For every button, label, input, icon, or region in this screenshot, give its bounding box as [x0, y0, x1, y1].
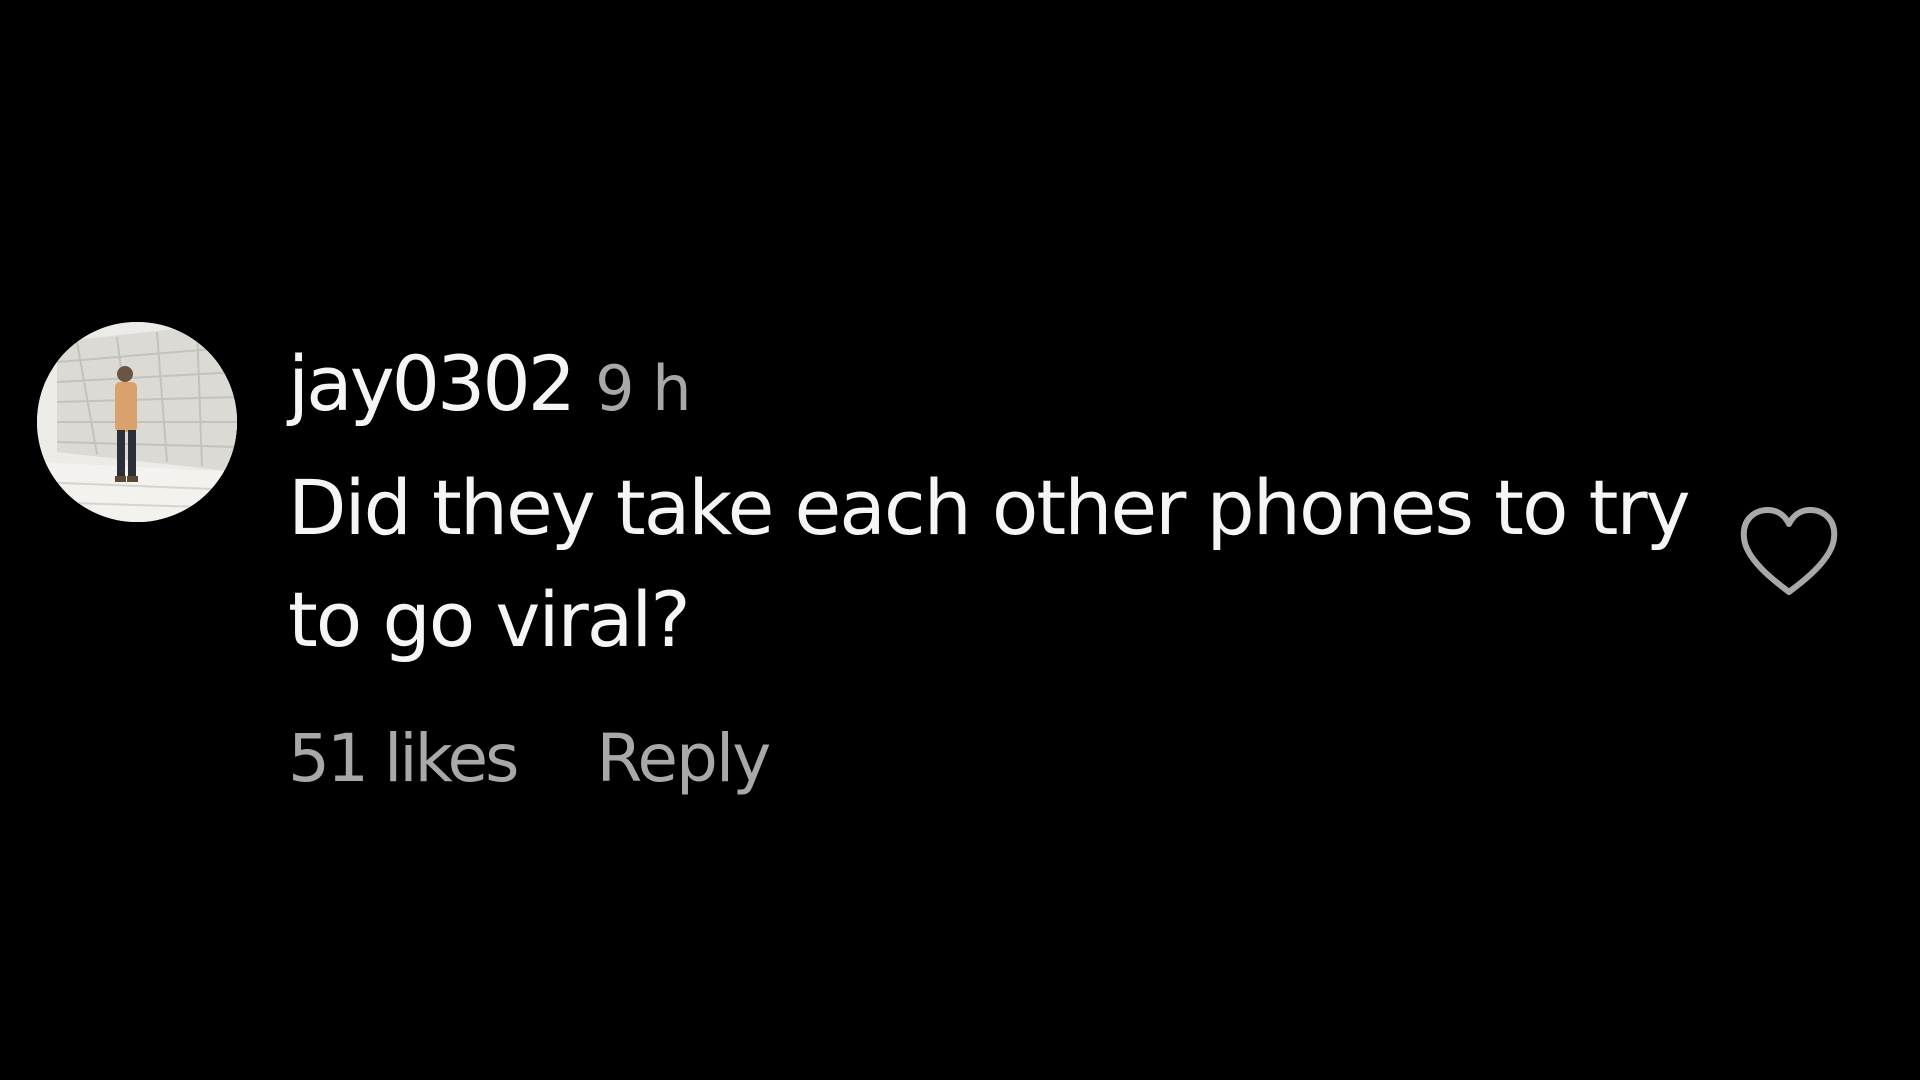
- heart-outline-icon: [1740, 507, 1838, 595]
- likes-count-button[interactable]: 51 likes: [288, 720, 519, 797]
- comment-timestamp: 9 h: [595, 352, 691, 425]
- avatar-photo: [37, 322, 237, 522]
- comment-actions: 51 likes Reply: [288, 720, 772, 797]
- comment-header: jay0302 9 h: [288, 339, 692, 429]
- reply-button[interactable]: Reply: [597, 720, 772, 797]
- like-button[interactable]: [1738, 504, 1840, 600]
- comment-text: Did they take each other phones to try t…: [288, 463, 1691, 664]
- avatar[interactable]: [37, 322, 237, 522]
- username-link[interactable]: jay0302: [288, 339, 576, 428]
- comment-item: jay0302 9 h Did they take each other pho…: [0, 0, 1920, 1080]
